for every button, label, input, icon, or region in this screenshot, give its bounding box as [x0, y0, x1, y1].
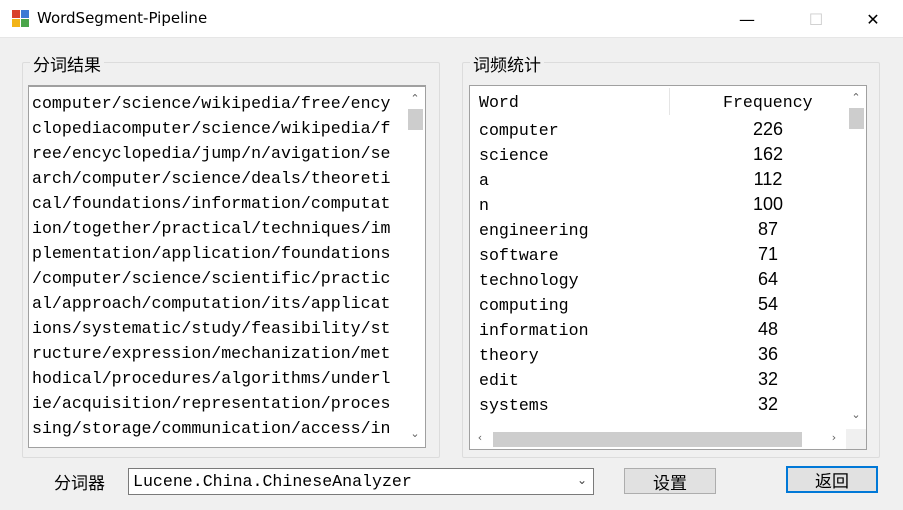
scroll-thumb[interactable]: [849, 108, 864, 129]
back-button[interactable]: 返回: [786, 466, 878, 493]
text-line: ions/systematic/study/feasibility/st: [32, 319, 391, 338]
frequency-cell: 32: [757, 394, 779, 414]
frequency-cell: 48: [757, 319, 779, 339]
word-cell: n: [479, 196, 489, 215]
text-line: ie/acquisition/representation/proces: [32, 394, 391, 413]
list-item[interactable]: software 71: [470, 243, 846, 268]
segment-result-textbox[interactable]: computer/science/wikipedia/free/ency clop…: [28, 85, 426, 448]
vertical-scrollbar[interactable]: ⌃ ⌄: [405, 87, 425, 447]
chevron-down-icon[interactable]: ⌄: [846, 408, 866, 421]
list-item[interactable]: systems 32: [470, 393, 846, 418]
segment-result-label: 分词结果: [30, 51, 104, 76]
chevron-left-icon[interactable]: ‹: [470, 431, 490, 444]
word-cell: systems: [479, 396, 549, 415]
list-item[interactable]: technology 64: [470, 268, 846, 293]
app-icon: [12, 10, 29, 27]
text-line: plementation/application/foundations: [32, 244, 391, 263]
column-header-frequency[interactable]: Frequency: [723, 93, 813, 112]
title-bar: WordSegment-Pipeline — ☐ ✕: [0, 0, 903, 38]
frequency-cell: 162: [752, 144, 784, 164]
list-header: Word Frequency: [470, 86, 846, 116]
frequency-cell: 64: [757, 269, 779, 289]
column-header-word[interactable]: Word: [479, 93, 519, 112]
text-line: ion/together/practical/techniques/im: [32, 219, 391, 238]
frequency-cell: 32: [757, 369, 779, 389]
list-item[interactable]: theory 36: [470, 343, 846, 368]
word-frequency-label: 词频统计: [470, 51, 544, 76]
text-line: cal/foundations/information/computat: [32, 194, 391, 213]
word-cell: science: [479, 146, 549, 165]
close-button[interactable]: ✕: [850, 0, 896, 38]
chevron-down-icon[interactable]: ⌄: [405, 427, 425, 440]
frequency-cell: 36: [757, 344, 779, 364]
list-item[interactable]: a 112: [470, 168, 846, 193]
word-cell: computing: [479, 296, 569, 315]
word-cell: computer: [479, 121, 559, 140]
maximize-button[interactable]: ☐: [793, 0, 839, 38]
word-cell: a: [479, 171, 489, 190]
chevron-up-icon[interactable]: ⌃: [846, 91, 866, 104]
frequency-cell: 87: [757, 219, 779, 239]
text-line: ructure/expression/mechanization/met: [32, 344, 391, 363]
list-item[interactable]: science 162: [470, 143, 846, 168]
text-line: clopediacomputer/science/wikipedia/f: [32, 119, 391, 138]
list-item[interactable]: information 48: [470, 318, 846, 343]
word-cell: information: [479, 321, 589, 340]
scroll-thumb[interactable]: [408, 109, 423, 130]
text-line: /computer/science/scientific/practic: [32, 269, 391, 288]
word-cell: edit: [479, 371, 519, 390]
frequency-cell: 112: [753, 169, 783, 189]
list-item[interactable]: engineering 87: [470, 218, 846, 243]
segmenter-select[interactable]: Lucene.China.ChineseAnalyzer ⌄: [128, 468, 594, 495]
horizontal-scrollbar[interactable]: ‹ ›: [470, 429, 846, 449]
word-cell: software: [479, 246, 559, 265]
vertical-scrollbar[interactable]: ⌃ ⌄: [846, 86, 866, 429]
text-line: sing/storage/communication/access/in: [32, 419, 391, 438]
word-cell: engineering: [479, 221, 589, 240]
text-line: arch/computer/science/deals/theoreti: [32, 169, 391, 188]
text-line: computer/science/wikipedia/free/ency: [32, 94, 391, 113]
minimize-button[interactable]: —: [724, 0, 770, 38]
frequency-cell: 71: [757, 244, 779, 264]
chevron-right-icon[interactable]: ›: [824, 431, 844, 444]
chevron-up-icon[interactable]: ⌃: [405, 92, 425, 105]
column-divider[interactable]: [669, 88, 670, 115]
frequency-cell: 226: [752, 119, 784, 139]
settings-button[interactable]: 设置: [624, 468, 716, 494]
list-item[interactable]: computing 54: [470, 293, 846, 318]
chevron-down-icon[interactable]: ⌄: [577, 473, 587, 487]
window-title: WordSegment-Pipeline: [37, 9, 208, 27]
word-cell: theory: [479, 346, 539, 365]
word-cell: technology: [479, 271, 579, 290]
list-item[interactable]: computer 226: [470, 118, 846, 143]
frequency-cell: 54: [757, 294, 779, 314]
frequency-cell: 100: [752, 194, 784, 214]
list-item[interactable]: n 100: [470, 193, 846, 218]
scroll-thumb[interactable]: [493, 432, 802, 447]
text-line: hodical/procedures/algorithms/underl: [32, 369, 391, 388]
text-line: ree/encyclopedia/jump/n/avigation/se: [32, 144, 391, 163]
text-line: al/approach/computation/its/applicat: [32, 294, 391, 313]
list-item[interactable]: edit 32: [470, 368, 846, 393]
scroll-corner: [846, 429, 866, 449]
word-frequency-list[interactable]: Word Frequency computer 226 science 162 a 112…: [469, 85, 867, 450]
segmenter-label: 分词器: [54, 474, 105, 494]
segment-result-text: computer/science/wikipedia/free/ency clop…: [32, 91, 394, 441]
segmenter-value: Lucene.China.ChineseAnalyzer: [133, 472, 412, 491]
